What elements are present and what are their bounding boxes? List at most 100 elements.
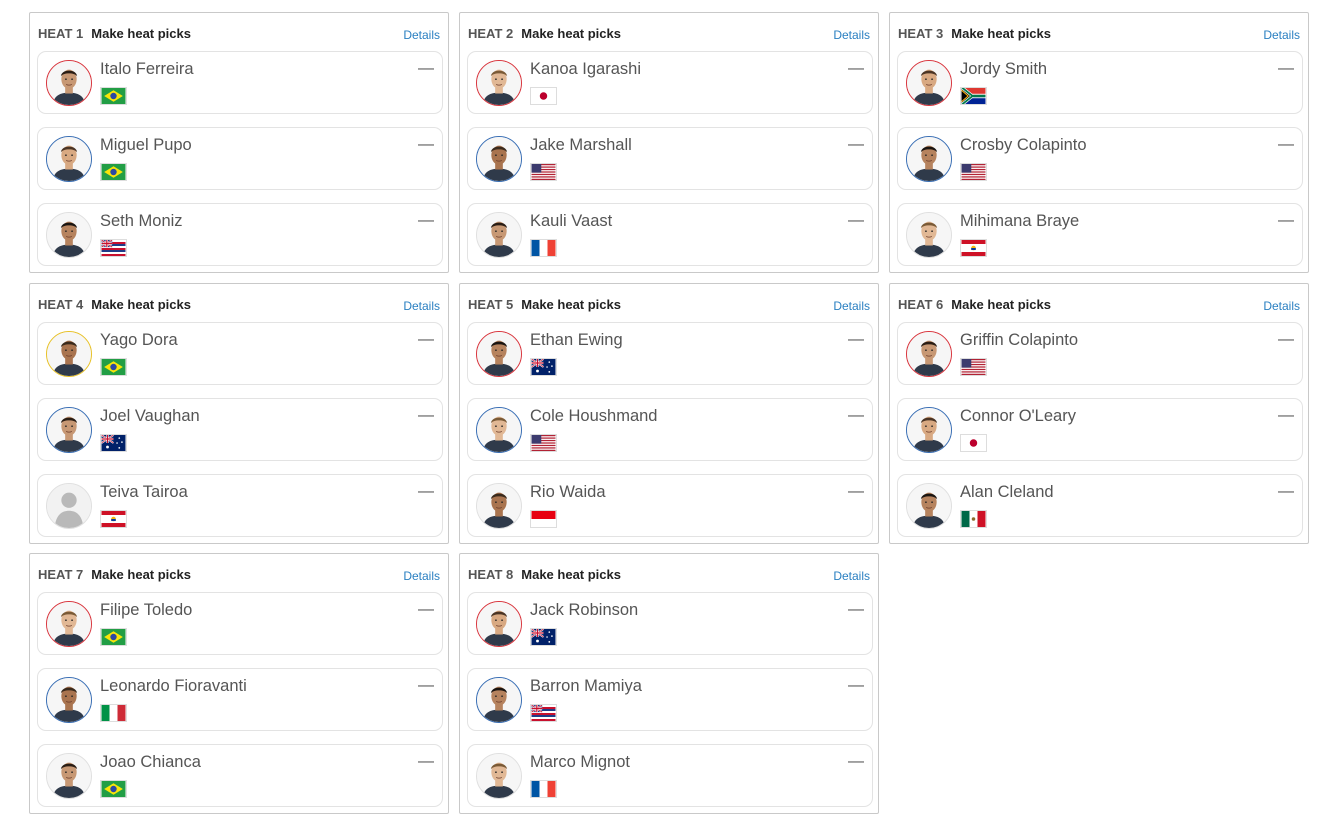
surfer-name: Seth Moniz — [100, 212, 183, 230]
brazil-flag-icon — [100, 87, 127, 105]
make-heat-picks-link[interactable]: Make heat picks — [91, 26, 191, 41]
surfer-avatar — [906, 407, 952, 453]
surfer-name: Leonardo Fioravanti — [100, 677, 247, 695]
pick-status-dash: — — [418, 601, 434, 618]
make-heat-picks-link[interactable]: Make heat picks — [91, 567, 191, 582]
pick-status-dash: — — [418, 212, 434, 229]
surfer-card[interactable]: Marco Mignot — — [467, 744, 873, 807]
surfer-card[interactable]: Teiva Tairoa — — [37, 474, 443, 537]
make-heat-picks-link[interactable]: Make heat picks — [521, 297, 621, 312]
surfer-avatar — [476, 601, 522, 647]
japan-flag-icon — [530, 87, 557, 105]
details-link[interactable]: Details — [833, 28, 870, 42]
heat-number: HEAT 6 — [898, 297, 944, 312]
surfer-avatar — [476, 407, 522, 453]
surfer-card[interactable]: Leonardo Fioravanti — — [37, 668, 443, 731]
japan-flag-icon — [960, 434, 987, 452]
surfer-name: Jack Robinson — [530, 601, 639, 619]
usa-flag-icon — [530, 434, 557, 452]
surfer-card[interactable]: Filipe Toledo — — [37, 592, 443, 655]
pick-status-dash: — — [848, 677, 864, 694]
pick-status-dash: — — [418, 136, 434, 153]
surfer-card[interactable]: Joel Vaughan — — [37, 398, 443, 461]
surfer-card[interactable]: Jake Marshall — — [467, 127, 873, 190]
surfer-avatar — [46, 753, 92, 799]
surfer-name: Yago Dora — [100, 331, 178, 349]
surfer-card[interactable]: Crosby Colapinto — — [897, 127, 1303, 190]
pick-status-dash: — — [848, 331, 864, 348]
surfer-card[interactable]: Griffin Colapinto — — [897, 322, 1303, 385]
make-heat-picks-link[interactable]: Make heat picks — [521, 567, 621, 582]
heat-header: HEAT 7 Make heat picks Details — [38, 567, 440, 583]
pick-status-dash: — — [1278, 407, 1294, 424]
surfer-card[interactable]: Barron Mamiya — — [467, 668, 873, 731]
surfer-card[interactable]: Italo Ferreira — — [37, 51, 443, 114]
hawaii-flag-icon — [100, 239, 127, 257]
details-link[interactable]: Details — [403, 569, 440, 583]
australia-flag-icon — [530, 628, 557, 646]
details-link[interactable]: Details — [1263, 28, 1300, 42]
french-polynesia-flag-icon — [960, 239, 987, 257]
surfer-card[interactable]: Miguel Pupo — — [37, 127, 443, 190]
avatar-placeholder-icon — [46, 483, 92, 529]
surfer-name: Crosby Colapinto — [960, 136, 1087, 154]
surfer-card[interactable]: Cole Houshmand — — [467, 398, 873, 461]
surfer-name: Cole Houshmand — [530, 407, 658, 425]
pick-status-dash: — — [1278, 60, 1294, 77]
surfer-card[interactable]: Jack Robinson — — [467, 592, 873, 655]
surfer-card[interactable]: Ethan Ewing — — [467, 322, 873, 385]
heat-card-8: HEAT 8 Make heat picks Details Jack Robinso… — [459, 553, 879, 814]
surfer-card[interactable]: Kanoa Igarashi — — [467, 51, 873, 114]
surfer-avatar — [476, 331, 522, 377]
details-link[interactable]: Details — [833, 569, 870, 583]
surfer-card[interactable]: Seth Moniz — — [37, 203, 443, 266]
heat-header: HEAT 1 Make heat picks Details — [38, 26, 440, 42]
details-link[interactable]: Details — [833, 299, 870, 313]
italy-flag-icon — [100, 704, 127, 722]
surfer-card[interactable]: Kauli Vaast — — [467, 203, 873, 266]
surfer-name: Connor O'Leary — [960, 407, 1076, 425]
pick-status-dash: — — [848, 483, 864, 500]
make-heat-picks-link[interactable]: Make heat picks — [951, 26, 1051, 41]
surfer-card[interactable]: Yago Dora — — [37, 322, 443, 385]
usa-flag-icon — [960, 358, 987, 376]
heat-card-2: HEAT 2 Make heat picks Details Kanoa Igaras… — [459, 12, 879, 273]
mexico-flag-icon — [960, 510, 987, 528]
surfer-name: Miguel Pupo — [100, 136, 192, 154]
pick-status-dash: — — [1278, 483, 1294, 500]
australia-flag-icon — [530, 358, 557, 376]
surfer-avatar — [46, 212, 92, 258]
brazil-flag-icon — [100, 358, 127, 376]
heat-card-1: HEAT 1 Make heat picks Details Italo Ferrei… — [29, 12, 449, 273]
hawaii-flag-icon — [530, 704, 557, 722]
surfer-card[interactable]: Mihimana Braye — — [897, 203, 1303, 266]
surfer-name: Joel Vaughan — [100, 407, 200, 425]
pick-status-dash: — — [848, 753, 864, 770]
surfer-avatar — [906, 483, 952, 529]
make-heat-picks-link[interactable]: Make heat picks — [91, 297, 191, 312]
pick-status-dash: — — [848, 136, 864, 153]
heat-header: HEAT 3 Make heat picks Details — [898, 26, 1300, 42]
brazil-flag-icon — [100, 628, 127, 646]
indonesia-flag-icon — [530, 510, 557, 528]
surfer-card[interactable]: Joao Chianca — — [37, 744, 443, 807]
heat-number: HEAT 8 — [468, 567, 514, 582]
heat-number: HEAT 5 — [468, 297, 514, 312]
make-heat-picks-link[interactable]: Make heat picks — [951, 297, 1051, 312]
surfer-avatar — [906, 136, 952, 182]
details-link[interactable]: Details — [403, 28, 440, 42]
surfer-card[interactable]: Rio Waida — — [467, 474, 873, 537]
surfer-card[interactable]: Jordy Smith — — [897, 51, 1303, 114]
details-link[interactable]: Details — [403, 299, 440, 313]
heat-header: HEAT 6 Make heat picks Details — [898, 297, 1300, 313]
surfer-avatar — [46, 60, 92, 106]
surfer-name: Ethan Ewing — [530, 331, 623, 349]
surfer-name: Italo Ferreira — [100, 60, 194, 78]
make-heat-picks-link[interactable]: Make heat picks — [521, 26, 621, 41]
heat-card-4: HEAT 4 Make heat picks Details Yago Dora — Jo… — [29, 283, 449, 544]
surfer-card[interactable]: Alan Cleland — — [897, 474, 1303, 537]
surfer-name: Jake Marshall — [530, 136, 632, 154]
french-polynesia-flag-icon — [100, 510, 127, 528]
details-link[interactable]: Details — [1263, 299, 1300, 313]
surfer-card[interactable]: Connor O'Leary — — [897, 398, 1303, 461]
